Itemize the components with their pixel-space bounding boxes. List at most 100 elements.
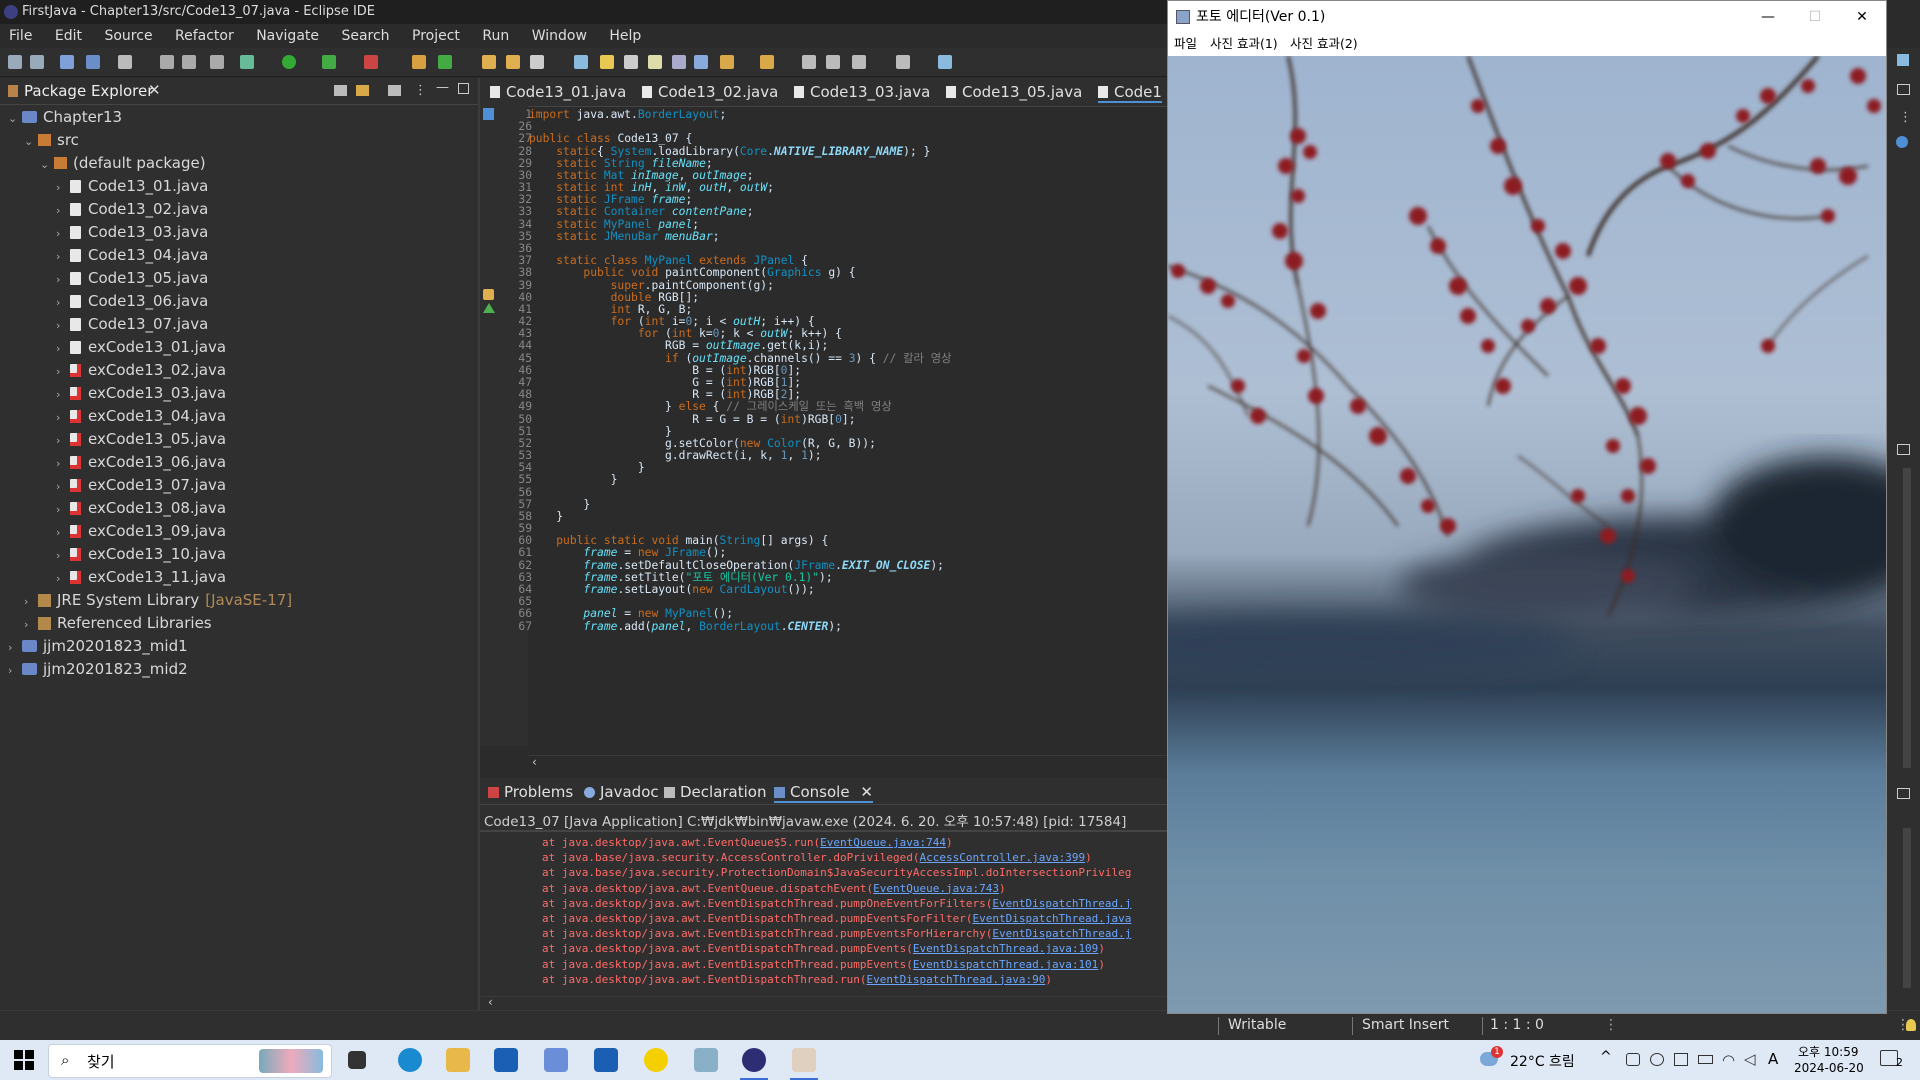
chevron-right-icon[interactable]: › <box>24 613 38 636</box>
restore-icon[interactable] <box>1897 84 1910 95</box>
restore-icon[interactable] <box>1897 444 1910 455</box>
toggle-breadcrumb-icon[interactable] <box>672 55 686 69</box>
tree-item[interactable]: › exCode13_03.java <box>56 382 226 405</box>
close-icon[interactable]: ✕ <box>860 783 873 801</box>
redo-icon[interactable] <box>30 55 44 69</box>
tree-item[interactable]: › exCode13_04.java <box>56 405 226 428</box>
scroll-left-icon[interactable]: ‹ <box>488 995 493 1009</box>
photo-canvas[interactable] <box>1168 56 1886 1013</box>
run-icon[interactable] <box>282 55 296 69</box>
tree-item[interactable]: › Code13_03.java <box>56 221 208 244</box>
app-icon[interactable] <box>544 1048 568 1072</box>
vertical-scrollbar[interactable] <box>1903 468 1911 768</box>
maximize-view-icon[interactable] <box>458 83 469 94</box>
tree-item[interactable]: › Code13_07.java <box>56 313 208 336</box>
menu-file-kr[interactable]: 파일 <box>1174 33 1197 55</box>
menu-navigate[interactable]: Navigate <box>247 24 328 48</box>
new-java-project-icon[interactable] <box>412 55 426 69</box>
close-icon[interactable]: ✕ <box>148 81 161 99</box>
chevron-right-icon[interactable]: › <box>56 429 70 452</box>
chevron-right-icon[interactable]: › <box>8 659 22 682</box>
editor-horizontal-scrollbar[interactable]: ‹ <box>528 755 1168 770</box>
tree-item[interactable]: › Code13_05.java <box>56 267 208 290</box>
tree-item[interactable]: › exCode13_10.java <box>56 543 226 566</box>
chevron-right-icon[interactable]: › <box>56 268 70 291</box>
scroll-left-icon[interactable]: ‹ <box>532 755 537 769</box>
external-tools-icon[interactable] <box>364 55 378 69</box>
warning-icon[interactable] <box>483 289 494 300</box>
view-menu-icon[interactable]: ⋮ <box>414 83 427 98</box>
tip-icon[interactable] <box>1906 1019 1916 1031</box>
volume-icon[interactable]: ◁ <box>1744 1050 1756 1068</box>
menu-edit[interactable]: Edit <box>46 24 91 48</box>
chevron-right-icon[interactable]: › <box>56 406 70 429</box>
tree-item[interactable]: › exCode13_05.java <box>56 428 226 451</box>
stack-frame-link[interactable]: EventDispatchThread.j <box>992 927 1131 940</box>
block-select-icon[interactable] <box>648 55 662 69</box>
task-view-icon[interactable] <box>348 1051 366 1069</box>
minimize-button[interactable]: — <box>1745 1 1791 33</box>
menu-file[interactable]: File <box>0 24 41 48</box>
stack-frame-link[interactable]: EventDispatchThread.j <box>992 897 1131 910</box>
weather-text[interactable]: 22°C 흐림 <box>1510 1051 1575 1071</box>
edge-icon[interactable] <box>398 1048 422 1072</box>
photo-editor-title-bar[interactable]: 포토 에디터(Ver 0.1) — ☐ ✕ <box>1168 1 1886 33</box>
java-taskbar-icon[interactable] <box>792 1048 816 1072</box>
new-class-icon[interactable] <box>438 55 452 69</box>
tab-code13-05[interactable]: Code13_05.java <box>946 83 1082 101</box>
undo-icon[interactable] <box>8 55 22 69</box>
vertical-scrollbar[interactable] <box>1903 828 1911 988</box>
clock-time[interactable]: 오후 10:59 <box>1798 1043 1858 1060</box>
tree-item[interactable]: › exCode13_01.java <box>56 336 226 359</box>
chevron-right-icon[interactable]: › <box>56 360 70 383</box>
toggle-mark-icon[interactable] <box>574 55 588 69</box>
tree-item[interactable]: › Code13_06.java <box>56 290 208 313</box>
chevron-right-icon[interactable]: › <box>56 498 70 521</box>
notepad-icon[interactable] <box>694 1048 718 1072</box>
menu-effect-2[interactable]: 사진 효과(2) <box>1290 33 1358 55</box>
tree-item[interactable]: › exCode13_09.java <box>56 520 226 543</box>
view-menu-icon[interactable]: ⋮ <box>1899 110 1912 125</box>
tree-item[interactable]: › JRE System Library [JavaSE-17] <box>24 589 292 612</box>
chevron-right-icon[interactable]: › <box>56 176 70 199</box>
help-icon[interactable] <box>1896 136 1908 148</box>
perspective-icon[interactable] <box>938 55 952 69</box>
forward-icon[interactable] <box>896 55 910 69</box>
stack-frame-link[interactable]: EventQueue.java:744 <box>820 836 946 849</box>
stack-frame-link[interactable]: EventDispatchThread.java:101 <box>913 958 1098 971</box>
collapse-all-icon[interactable] <box>334 85 347 96</box>
tab-declaration[interactable]: Declaration <box>664 783 766 801</box>
eclipse-taskbar-icon[interactable] <box>742 1048 766 1072</box>
stack-frame-link[interactable]: EventDispatchThread.java:90 <box>867 973 1046 986</box>
meet-icon[interactable] <box>1626 1053 1640 1066</box>
open-task-icon[interactable] <box>506 55 520 69</box>
stack-frame-link[interactable]: EventDispatchThread.java <box>972 912 1131 925</box>
onedrive-icon[interactable] <box>1650 1053 1664 1066</box>
back-icon[interactable] <box>826 55 840 69</box>
menu-help[interactable]: Help <box>600 24 650 48</box>
highlight-icon[interactable] <box>600 55 614 69</box>
tree-item[interactable]: › jjm20201823_mid2 <box>8 658 188 681</box>
windows-start-icon[interactable] <box>12 1048 36 1072</box>
chevron-down-icon[interactable]: ⌄ <box>24 130 38 153</box>
tree-item[interactable]: ⌄ Chapter13 <box>8 106 122 129</box>
chevron-right-icon[interactable]: › <box>56 383 70 406</box>
taskbar-search-box[interactable]: ⌕ 찾기 <box>48 1044 332 1078</box>
tree-item[interactable]: › Code13_04.java <box>56 244 208 267</box>
tab-code13-03[interactable]: Code13_03.java <box>794 83 930 101</box>
file-explorer-icon[interactable] <box>446 1048 470 1072</box>
forward-nav-icon[interactable] <box>852 55 866 69</box>
chevron-down-icon[interactable]: ⌄ <box>40 153 54 176</box>
link-with-editor-icon[interactable] <box>356 85 369 96</box>
package-explorer-tab[interactable]: Package Explorer ✕ ⋮ — <box>0 78 478 105</box>
ime-indicator[interactable]: A <box>1768 1050 1778 1068</box>
show-hidden-icons-icon[interactable]: ^ <box>1600 1049 1612 1065</box>
chevron-right-icon[interactable]: › <box>56 544 70 567</box>
chevron-right-icon[interactable]: › <box>8 636 22 659</box>
console-horizontal-scrollbar[interactable]: ‹ <box>480 995 1168 1011</box>
maximize-button[interactable]: ☐ <box>1792 1 1838 33</box>
tree-item[interactable]: › exCode13_07.java <box>56 474 226 497</box>
restore-icon[interactable] <box>1897 788 1910 799</box>
tree-item[interactable]: › Code13_02.java <box>56 198 208 221</box>
print-icon[interactable] <box>182 55 196 69</box>
